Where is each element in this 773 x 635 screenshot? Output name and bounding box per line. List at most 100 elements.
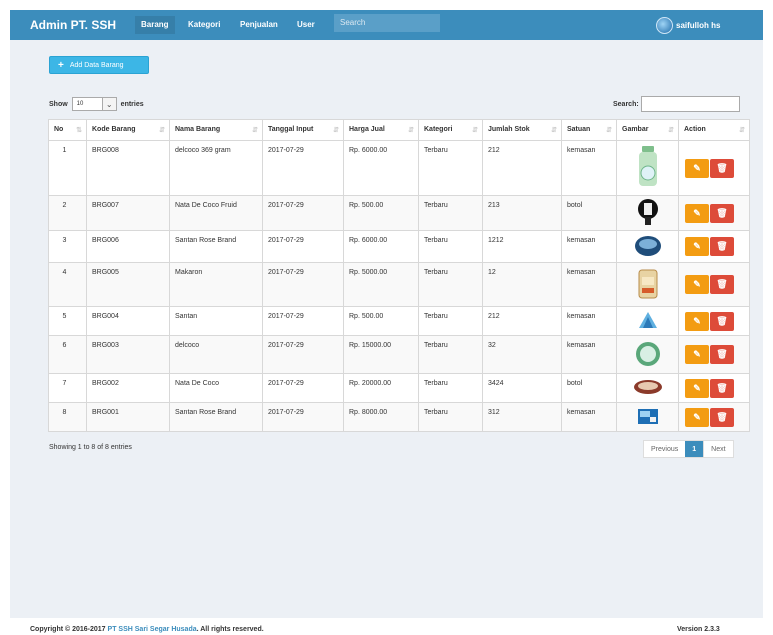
col-harga-jual-header[interactable]: Harga Jual ⇵	[343, 119, 419, 141]
search-input[interactable]	[640, 96, 740, 112]
table-row: 8 BRG001 Santan Rose Brand 2017-07-29 Rp. 80…	[48, 402, 750, 432]
pencil-icon: ✎	[693, 207, 701, 218]
add-data-barang-button[interactable]: + Add Data Barang	[49, 56, 149, 74]
kategori-cell: Terbaru	[418, 373, 483, 403]
trash-icon: 🗑	[716, 207, 728, 218]
row-no: 7	[48, 373, 87, 403]
delete-button[interactable]: 🗑	[710, 203, 734, 223]
action-cell: ✎ 🗑	[678, 230, 750, 263]
delete-button[interactable]: 🗑	[710, 237, 734, 256]
kategori-cell: Terbaru	[418, 262, 483, 307]
col-satuan-header[interactable]: Satuan ⇵	[561, 119, 617, 141]
satuan-cell: kemasan	[561, 262, 617, 307]
edit-button[interactable]: ✎	[685, 311, 709, 331]
nama-barang-cell: Nata De Coco Fruid	[169, 195, 263, 231]
entries-label: entries	[120, 100, 144, 108]
edit-button[interactable]: ✎	[685, 237, 709, 256]
page-1-button[interactable]: 1	[685, 441, 704, 457]
tanggal-input-cell: 2017-07-29	[262, 140, 344, 196]
show-label: Show	[49, 100, 68, 108]
product-bowl-image	[633, 379, 663, 397]
edit-button[interactable]: ✎	[685, 345, 709, 364]
row-no: 2	[48, 195, 87, 231]
satuan-cell: botol	[561, 373, 617, 403]
action-cell: ✎ 🗑	[678, 335, 750, 374]
column-header-label: Action	[684, 126, 706, 133]
footer-company-link[interactable]: PT SSH Sari Segar Husada	[108, 626, 197, 633]
trash-icon: 🗑	[716, 241, 728, 251]
jumlah-stok-cell: 12	[482, 262, 562, 307]
sort-icon: ⇵	[408, 127, 414, 134]
col-no-header[interactable]: No ⇅	[48, 119, 87, 141]
trash-icon: 🗑	[716, 315, 728, 326]
pencil-icon: ✎	[693, 349, 701, 359]
nav-barang[interactable]: Barang	[135, 16, 175, 34]
nav-user[interactable]: User	[291, 16, 321, 34]
nav-kategori[interactable]: Kategori	[182, 16, 226, 34]
brand-logo[interactable]: Admin PT. SSH	[30, 18, 116, 32]
satuan-cell: kemasan	[561, 335, 617, 374]
col-tanggal-input-header[interactable]: Tanggal Input ⇵	[262, 119, 344, 141]
search-label: Search:	[613, 100, 639, 108]
tanggal-input-cell: 2017-07-29	[262, 335, 344, 374]
kode-barang-cell: BRG005	[86, 262, 170, 307]
previous-button[interactable]: Previous	[644, 441, 685, 457]
tanggal-input-cell: 2017-07-29	[262, 306, 344, 336]
row-no: 4	[48, 262, 87, 307]
edit-button[interactable]: ✎	[685, 158, 709, 178]
nav-penjualan[interactable]: Penjualan	[234, 16, 284, 34]
col-kode-barang-header[interactable]: Kode Barang ⇵	[86, 119, 170, 141]
pencil-icon: ✎	[693, 241, 701, 251]
table-row: 7 BRG002 Nata De Coco 2017-07-29 Rp. 20000.0…	[48, 373, 750, 403]
edit-button[interactable]: ✎	[685, 378, 709, 398]
delete-button[interactable]: 🗑	[710, 158, 734, 178]
harga-jual-cell: Rp. 15000.00	[343, 335, 419, 374]
kode-barang-cell: BRG007	[86, 195, 170, 231]
row-no: 8	[48, 402, 87, 432]
jumlah-stok-cell: 3424	[482, 373, 562, 403]
delete-button[interactable]: 🗑	[710, 345, 734, 364]
product-box-image	[636, 406, 660, 428]
delete-button[interactable]: 🗑	[710, 311, 734, 331]
footer-prefix: Copyright © 2016-2017	[30, 626, 108, 633]
plus-icon: +	[58, 59, 64, 71]
jumlah-stok-cell: 212	[482, 140, 562, 196]
footer-version: Version 2.3.3	[677, 626, 720, 633]
edit-button[interactable]: ✎	[685, 203, 709, 223]
user-menu[interactable]: saifulloh hs	[656, 16, 720, 34]
kode-barang-cell: BRG001	[86, 402, 170, 432]
kode-barang-cell: BRG006	[86, 230, 170, 263]
edit-button[interactable]: ✎	[685, 407, 709, 427]
satuan-cell: kemasan	[561, 140, 617, 196]
edit-button[interactable]: ✎	[685, 275, 709, 294]
delete-button[interactable]: 🗑	[710, 275, 734, 294]
next-button[interactable]: Next	[703, 441, 732, 457]
satuan-cell: kemasan	[561, 402, 617, 432]
column-header-label: No	[54, 126, 64, 133]
col-nama-barang-header[interactable]: Nama Barang ⇵	[169, 119, 263, 141]
nav-search-input[interactable]: Search	[334, 14, 440, 32]
harga-jual-cell: Rp. 6000.00	[343, 140, 419, 196]
tanggal-input-cell: 2017-07-29	[262, 262, 344, 307]
column-header-label: Kode Barang	[92, 126, 136, 133]
row-no: 1	[48, 140, 87, 196]
product-pack-image	[638, 269, 658, 301]
jumlah-stok-cell: 213	[482, 195, 562, 231]
gambar-cell	[616, 335, 679, 374]
entries-select[interactable]: 10 ⌄	[71, 97, 117, 111]
nama-barang-cell: delcoco	[169, 335, 263, 374]
col-action-header[interactable]: Action ⇵	[678, 119, 750, 141]
product-tray-image	[634, 235, 662, 259]
tanggal-input-cell: 2017-07-29	[262, 195, 344, 231]
col-jumlah-stok-header[interactable]: Jumlah Stok ⇵	[482, 119, 562, 141]
sort-icon: ⇵	[606, 127, 612, 134]
sort-icon: ⇵	[252, 127, 258, 134]
col-kategori-header[interactable]: Kategori ⇵	[418, 119, 483, 141]
table-row: 2 BRG007 Nata De Coco Fruid 2017-07-29 Rp. 5…	[48, 195, 750, 231]
entries-select-value: 10	[76, 101, 84, 107]
harga-jual-cell: Rp. 500.00	[343, 195, 419, 231]
delete-button[interactable]: 🗑	[710, 407, 734, 427]
delete-button[interactable]: 🗑	[710, 378, 734, 398]
col-gambar-header[interactable]: Gambar ⇵	[616, 119, 679, 141]
action-cell: ✎ 🗑	[678, 402, 750, 432]
